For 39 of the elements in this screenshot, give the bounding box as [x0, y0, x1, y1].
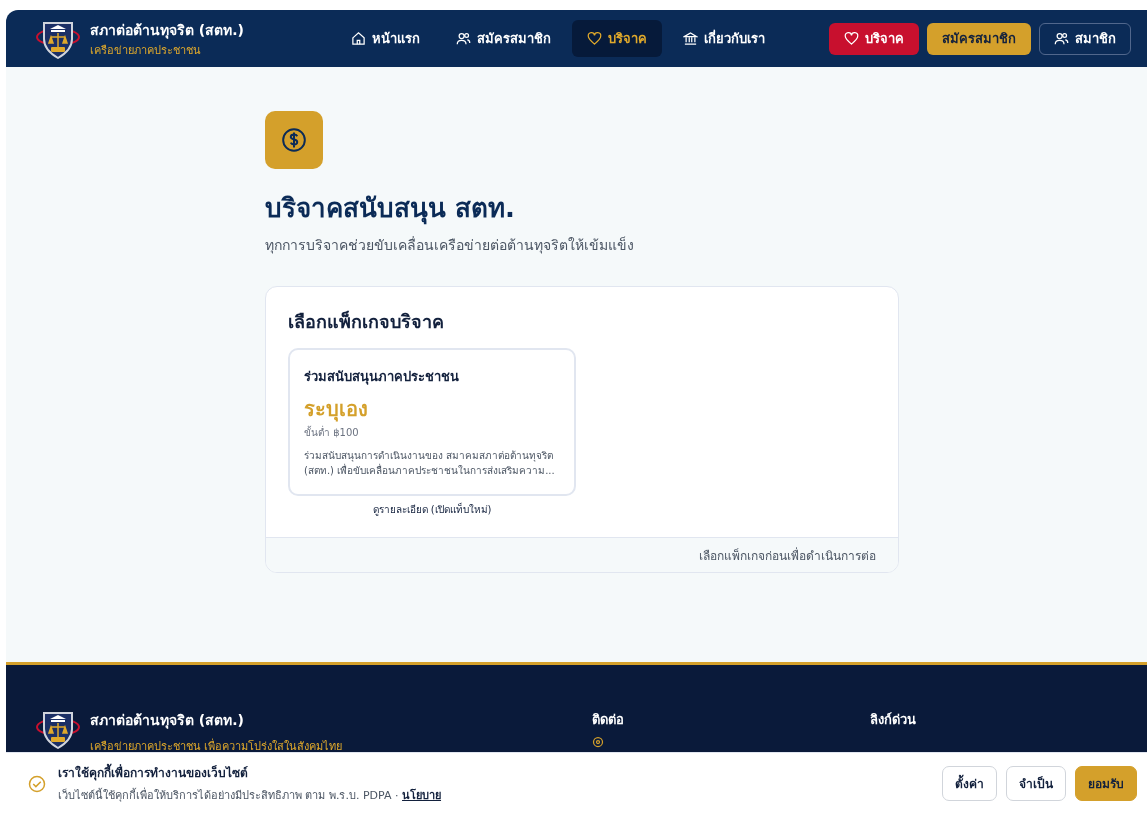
home-icon [351, 31, 366, 46]
package-description: ร่วมสนับสนุนการดำเนินงานของ สมาคมสภาต่อต้านทุจริต (สตท.) เพื่อขับเคลื่อนภาคประชาชนในการส่งเสริมความ... [304, 449, 556, 478]
nav-link[interactable]: เกี่ยวกับเรา [668, 20, 780, 57]
cookie-title: เราใช้คุกกี้เพื่อการทำงานของเว็บไซต์ [58, 763, 930, 782]
cookie-text: เว็บไซต์นี้ใช้คุกกี้เพื่อให้บริการได้อย่างมีประสิทธิภาพ ตาม พ.ร.บ. PDPA · นโยบาย [58, 786, 443, 804]
quick-links-heading: ลิงก์ด่วน [869, 711, 917, 729]
page-title: บริจาคสนับสนุน สตท. [265, 192, 516, 227]
page-subtitle: ทุกการบริจาคช่วยขับเคลื่อนเครือข่ายต่อต้านทุจริตให้เข้มแข็ง [265, 235, 635, 256]
package-card[interactable]: ร่วมสนับสนุนภาคประชาชน ระบุเอง ขั้นต่ำ ฿100 ร่วมสนับสนุนการดำเนินงานของ สมาคมสภาต่อต้านทุจริต (สตท.) เพื่อขับเคลื่อนภาคประชาชนในการส่งเสริมความ... [288, 348, 576, 496]
settings-button[interactable]: ตั้งค่า [942, 766, 997, 801]
users-icon [456, 31, 471, 46]
register-button[interactable]: สมัครสมาชิก [927, 22, 1031, 55]
necessary-button[interactable]: จำเป็น [1006, 766, 1066, 801]
check-circle-icon [28, 774, 46, 793]
location-pin-icon [592, 736, 604, 748]
package-minimum: ขั้นต่ำ ฿100 [304, 425, 360, 440]
nav-link[interactable]: บริจาค [572, 20, 662, 57]
package-name: ร่วมสนับสนุนภาคประชาชน [304, 368, 460, 387]
donate-button[interactable]: บริจาค [829, 22, 919, 55]
heart-icon [587, 31, 602, 46]
site-title: สภาต่อต้านทุจริต (สตท.) [90, 20, 244, 41]
member-button[interactable]: สมาชิก [1039, 22, 1131, 55]
panel-hint: เลือกแพ็กเกจก่อนเพื่อดำเนินการต่อ [699, 546, 876, 565]
footer-tagline: เครือข่ายภาคประชาชน เพื่อความโปร่งใสในสังคมไทย [90, 737, 343, 755]
users-icon [1054, 31, 1069, 46]
panel-title: เลือกแพ็กเกจบริจาค [288, 309, 445, 334]
nav-link[interactable]: สมัครสมาชิก [441, 20, 566, 57]
bank-icon [683, 31, 698, 46]
dollar-coin-icon [281, 127, 307, 153]
accept-button[interactable]: ยอมรับ [1075, 766, 1137, 801]
contact-heading: ติดต่อ [592, 711, 625, 729]
policy-link[interactable]: นโยบาย [402, 789, 442, 802]
package-amount: ระบุเอง [304, 396, 369, 424]
shield-logo-icon [36, 709, 80, 749]
heart-icon [844, 31, 859, 46]
details-link[interactable]: ดูรายละเอียด (เปิดแท็บใหม่) [372, 502, 492, 517]
nav-link[interactable]: หน้าแรก [336, 20, 435, 57]
site-subtitle: เครือข่ายภาคประชาชน [90, 42, 202, 59]
footer-title: สภาต่อต้านทุจริต (สตท.) [90, 711, 245, 731]
